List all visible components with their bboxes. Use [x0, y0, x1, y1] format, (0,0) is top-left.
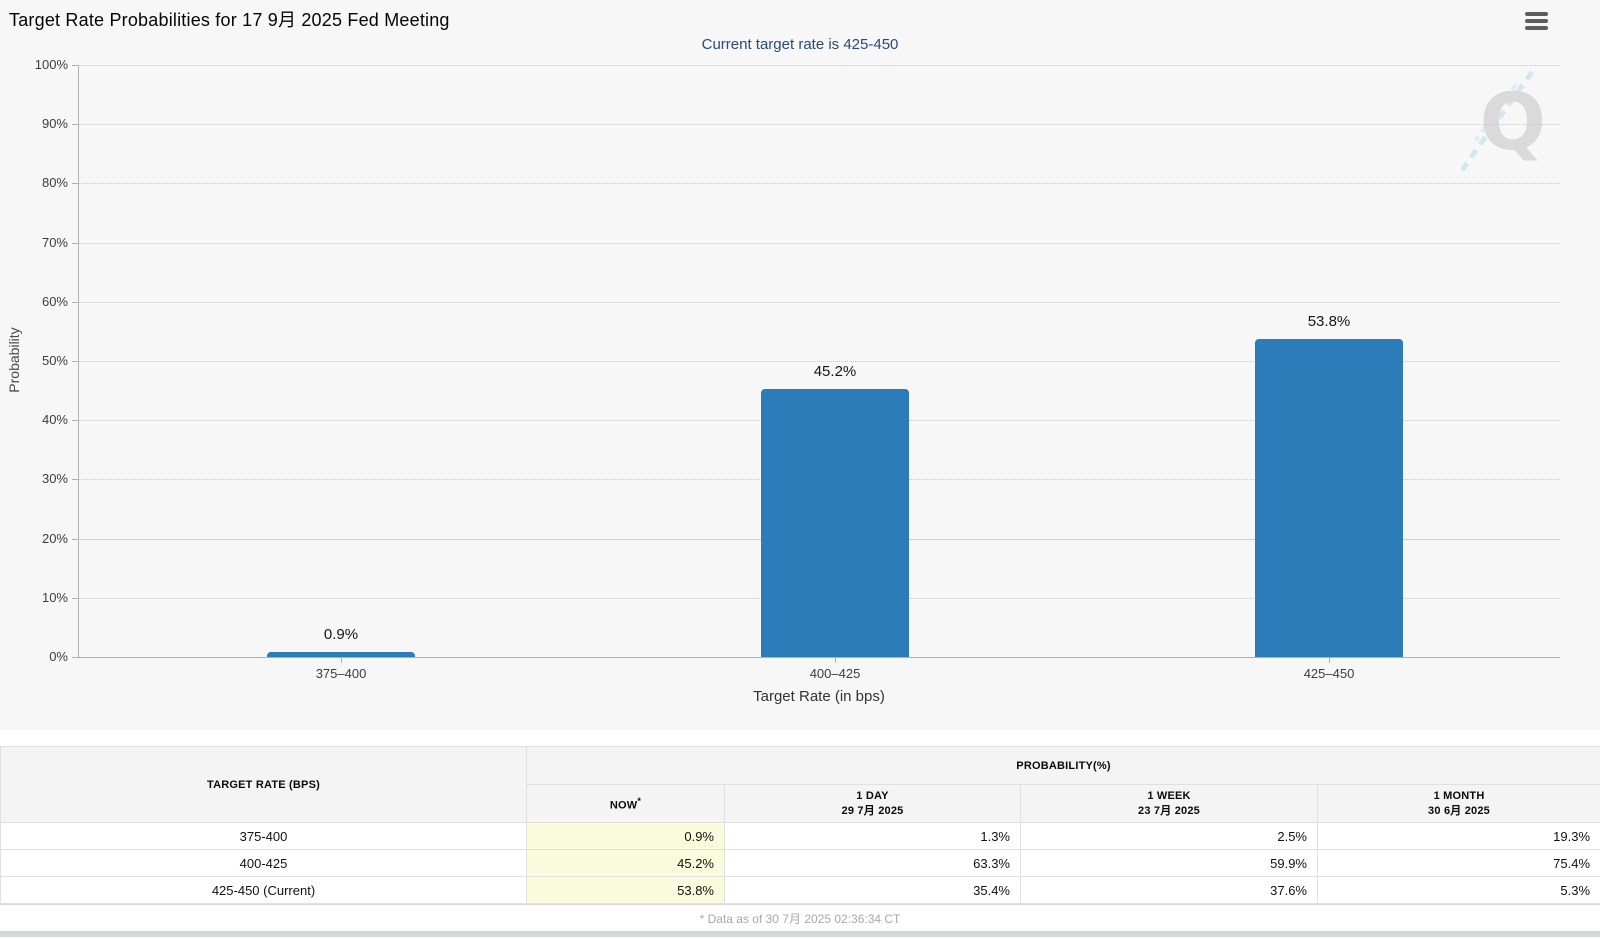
col-group-header-probability: PROBABILITY(%): [527, 747, 1600, 785]
y-tick-label: 20%: [8, 531, 68, 546]
1day-value: 35.4%: [725, 877, 1021, 904]
1month-value: 19.3%: [1318, 823, 1600, 850]
col-header-1day: 1 DAY29 7月 2025: [725, 785, 1021, 823]
y-tick: [72, 598, 78, 599]
y-tick: [72, 361, 78, 362]
rate-label: 375-400: [1, 823, 527, 850]
y-tick: [72, 420, 78, 421]
x-tick: [1329, 657, 1330, 663]
x-axis-line: [78, 657, 1560, 658]
y-tick: [72, 183, 78, 184]
bar-value-label: 45.2%: [755, 363, 915, 380]
1week-value: 37.6%: [1021, 877, 1318, 904]
y-tick: [72, 479, 78, 480]
y-tick-label: 60%: [8, 294, 68, 309]
y-tick-label: 100%: [8, 57, 68, 72]
chart-section: Target Rate Probabilities for 17 9月 2025…: [0, 0, 1600, 730]
data-as-of-note: * Data as of 30 7月 2025 02:36:34 CT: [0, 904, 1600, 931]
1month-value: 75.4%: [1318, 850, 1600, 877]
y-tick: [72, 657, 78, 658]
x-tick-label: 425–450: [1249, 666, 1409, 681]
gridline: [78, 243, 1560, 244]
y-tick-label: 10%: [8, 590, 68, 605]
1week-value: 2.5%: [1021, 823, 1318, 850]
x-tick-label: 375–400: [261, 666, 421, 681]
1day-value: 1.3%: [725, 823, 1021, 850]
now-value: 53.8%: [527, 877, 725, 904]
y-tick-label: 90%: [8, 116, 68, 131]
col-header-1week: 1 WEEK23 7月 2025: [1021, 785, 1318, 823]
y-tick: [72, 539, 78, 540]
gridline: [78, 302, 1560, 303]
now-value: 45.2%: [527, 850, 725, 877]
rate-label: 425-450 (Current): [1, 877, 527, 904]
gridline: [78, 124, 1560, 125]
x-tick: [341, 657, 342, 663]
col-header-target-rate: TARGET RATE (BPS): [1, 747, 527, 823]
section-divider: [0, 730, 1600, 746]
probability-bar[interactable]: [1255, 339, 1403, 657]
col-header-1month: 1 MONTH30 6月 2025: [1318, 785, 1600, 823]
y-tick: [72, 65, 78, 66]
bottom-bar: [0, 931, 1600, 937]
footnote-asterisk: *: [637, 796, 641, 806]
y-tick-label: 40%: [8, 412, 68, 427]
bar-chart: Probability Target Rate (in bps) 0%10%20…: [0, 0, 1600, 730]
col-header-now: NOW*: [527, 785, 725, 823]
y-tick-label: 0%: [8, 649, 68, 664]
bar-value-label: 53.8%: [1249, 313, 1409, 330]
1week-value: 59.9%: [1021, 850, 1318, 877]
y-tick-label: 80%: [8, 175, 68, 190]
y-tick-label: 50%: [8, 353, 68, 368]
table-row: 400-425 45.2% 63.3% 59.9% 75.4%: [1, 850, 1600, 877]
x-tick: [835, 657, 836, 663]
y-tick-label: 70%: [8, 235, 68, 250]
y-tick-label: 30%: [8, 471, 68, 486]
probability-table: TARGET RATE (BPS) PROBABILITY(%) NOW* 1 …: [0, 746, 1600, 904]
bar-value-label: 0.9%: [261, 626, 421, 643]
1day-value: 63.3%: [725, 850, 1021, 877]
gridline: [78, 65, 1560, 66]
x-axis-title: Target Rate (in bps): [78, 688, 1560, 705]
y-tick: [72, 302, 78, 303]
rate-label: 400-425: [1, 850, 527, 877]
probability-bar[interactable]: [761, 389, 909, 657]
table-row: 375-400 0.9% 1.3% 2.5% 19.3%: [1, 823, 1600, 850]
fedwatch-tool: Target Rate Probabilities for 17 9月 2025…: [0, 0, 1600, 939]
y-tick: [72, 243, 78, 244]
now-value: 0.9%: [527, 823, 725, 850]
1month-value: 5.3%: [1318, 877, 1600, 904]
y-tick: [72, 124, 78, 125]
table-row: 425-450 (Current) 53.8% 35.4% 37.6% 5.3%: [1, 877, 1600, 904]
gridline: [78, 183, 1560, 184]
x-tick-label: 400–425: [755, 666, 915, 681]
